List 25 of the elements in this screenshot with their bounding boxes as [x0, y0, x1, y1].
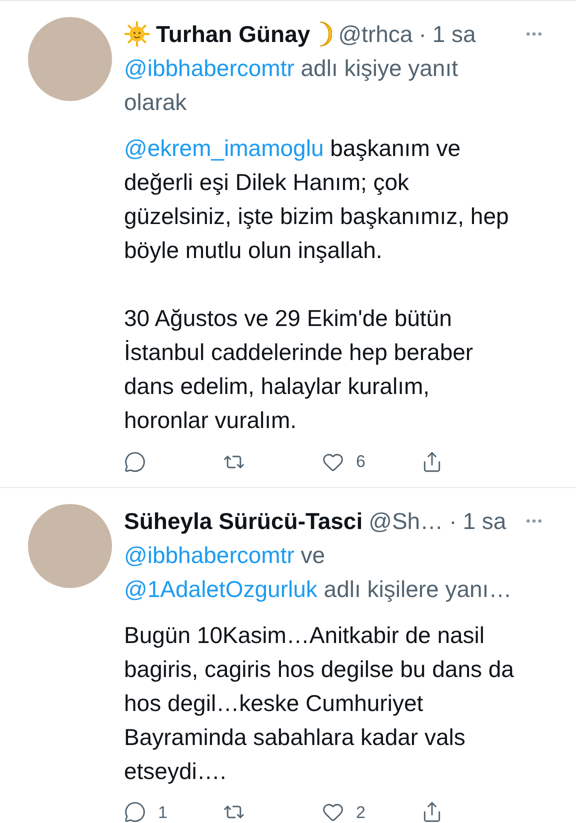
reply-button[interactable] [124, 450, 146, 473]
share-button[interactable] [421, 450, 443, 473]
reply-button[interactable]: 1 [124, 800, 168, 823]
share-icon [421, 450, 443, 473]
share-button[interactable] [421, 801, 443, 823]
user-handle: @trhca [338, 20, 413, 49]
separator-dot: · [449, 506, 457, 536]
timestamp[interactable]: 1 sa [462, 504, 506, 538]
display-name[interactable]: Süheyla Sürücü-Tasci [124, 504, 363, 538]
like-button[interactable]: 6 [322, 449, 366, 474]
reply-context: @ibbhabercomtr adlı kişiye yanıt olarak [124, 54, 460, 117]
display-name[interactable]: Turhan Günay [156, 17, 310, 51]
reply-context: @ibbhabercomtr ve @1AdaletOzgurluk adlı kişilere yanı… [124, 540, 513, 604]
tweet-text: 30 Ağustos ve 29 Ekim'de bütün İstanbul caddelerinde hep beraber dans edelim, halaylar kuralım, horonlar vuralım. [124, 304, 474, 435]
user-handle: @Sh… [368, 506, 444, 536]
tweet-text: @ekrem_imamoglu başkanım ve değerli eşi Dilek Hanım; çok güzelsiniz, işte bizim başkanımız, hep böyle mutlu olun inşallah. [124, 134, 510, 265]
separator-dot: · [418, 20, 426, 49]
like-button[interactable]: 2 [322, 800, 366, 823]
reply-icon [124, 450, 146, 473]
tweet-text: Bugün 10Kasim…Anitkabir de nasil bagiris, cagiris hos degilse bu dans da hos degil…keske Cumhuriyet Bayraminda sabahlara kadar vals etseydi…. [124, 620, 515, 786]
heart-icon [322, 801, 344, 823]
sun-emoji-icon [124, 21, 150, 47]
reply-icon [124, 801, 146, 823]
timestamp[interactable]: 1 sa [432, 17, 476, 51]
share-icon [421, 801, 443, 823]
